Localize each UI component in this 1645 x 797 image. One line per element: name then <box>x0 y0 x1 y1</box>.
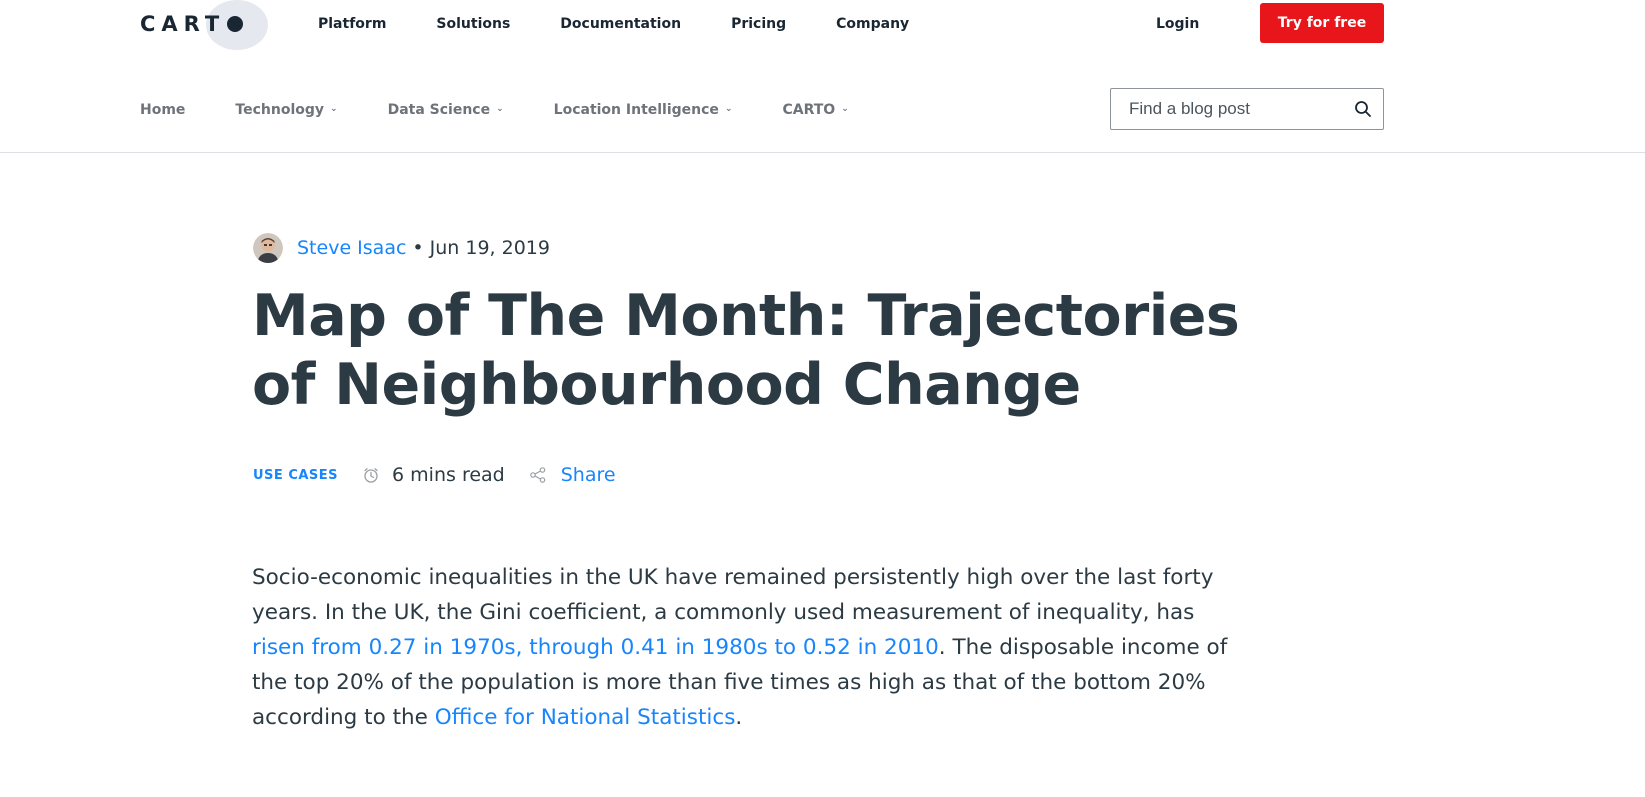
blog-search-box <box>1110 88 1384 130</box>
gini-source-link[interactable]: risen from 0.27 in 1970s, through 0.41 i… <box>252 635 939 660</box>
nav-company[interactable]: Company <box>836 16 909 32</box>
blog-nav-location-intelligence[interactable]: Location Intelligence ⌄ <box>554 102 733 118</box>
carto-logo[interactable]: CART <box>140 0 244 48</box>
main-nav: Platform Solutions Documentation Pricing… <box>318 0 959 48</box>
site-header: CART Platform Solutions Documentation Pr… <box>0 0 1645 50</box>
blog-nav-data-science[interactable]: Data Science ⌄ <box>388 102 504 118</box>
article-title: Map of The Month: Trajectories of Neighb… <box>252 283 1240 418</box>
blog-nav-label: CARTO <box>782 102 836 118</box>
paragraph-text: Socio-economic inequalities in the UK ha… <box>252 565 1214 625</box>
article-paragraph: Socio-economic inequalities in the UK ha… <box>252 560 1252 735</box>
blog-nav-home[interactable]: Home <box>140 102 185 118</box>
blog-nav: Home Technology ⌄ Data Science ⌄ Locatio… <box>0 80 1645 153</box>
chevron-down-icon: ⌄ <box>841 104 849 114</box>
nav-documentation[interactable]: Documentation <box>560 16 681 32</box>
logo-text: CART <box>140 12 226 36</box>
read-time: 6 mins read <box>392 464 505 486</box>
publish-date: Jun 19, 2019 <box>429 237 550 259</box>
clock-icon <box>364 468 378 483</box>
blog-search-input[interactable] <box>1127 98 1361 120</box>
chevron-down-icon: ⌄ <box>330 104 338 114</box>
article-info-row: USE CASES 6 mins read Share <box>253 460 616 490</box>
share-icon[interactable] <box>529 466 547 484</box>
article-meta: Steve Isaac • Jun 19, 2019 <box>253 233 550 263</box>
nav-solutions[interactable]: Solutions <box>436 16 510 32</box>
blog-nav-technology[interactable]: Technology ⌄ <box>235 102 337 118</box>
chevron-down-icon: ⌄ <box>496 104 504 114</box>
share-link[interactable]: Share <box>561 464 616 486</box>
paragraph-text: . <box>735 705 743 730</box>
search-icon[interactable] <box>1353 99 1373 119</box>
blog-nav-label: Technology <box>235 102 325 118</box>
login-link[interactable]: Login <box>1156 0 1199 48</box>
chevron-down-icon: ⌄ <box>724 104 733 114</box>
meta-separator: • <box>412 237 424 259</box>
author-name-link[interactable]: Steve Isaac <box>297 237 406 259</box>
ons-link[interactable]: Office for National Statistics <box>435 705 736 730</box>
category-link[interactable]: USE CASES <box>253 468 338 483</box>
author-avatar[interactable] <box>253 233 283 263</box>
blog-nav-label: Home <box>140 102 186 118</box>
try-for-free-button[interactable]: Try for free <box>1260 3 1384 43</box>
nav-pricing[interactable]: Pricing <box>731 16 786 32</box>
blog-nav-label: Location Intelligence <box>553 102 719 118</box>
blog-nav-carto[interactable]: CARTO ⌄ <box>782 102 848 118</box>
blog-nav-label: Data Science <box>387 102 491 118</box>
logo-dot-icon <box>227 16 244 32</box>
nav-platform[interactable]: Platform <box>318 16 386 32</box>
